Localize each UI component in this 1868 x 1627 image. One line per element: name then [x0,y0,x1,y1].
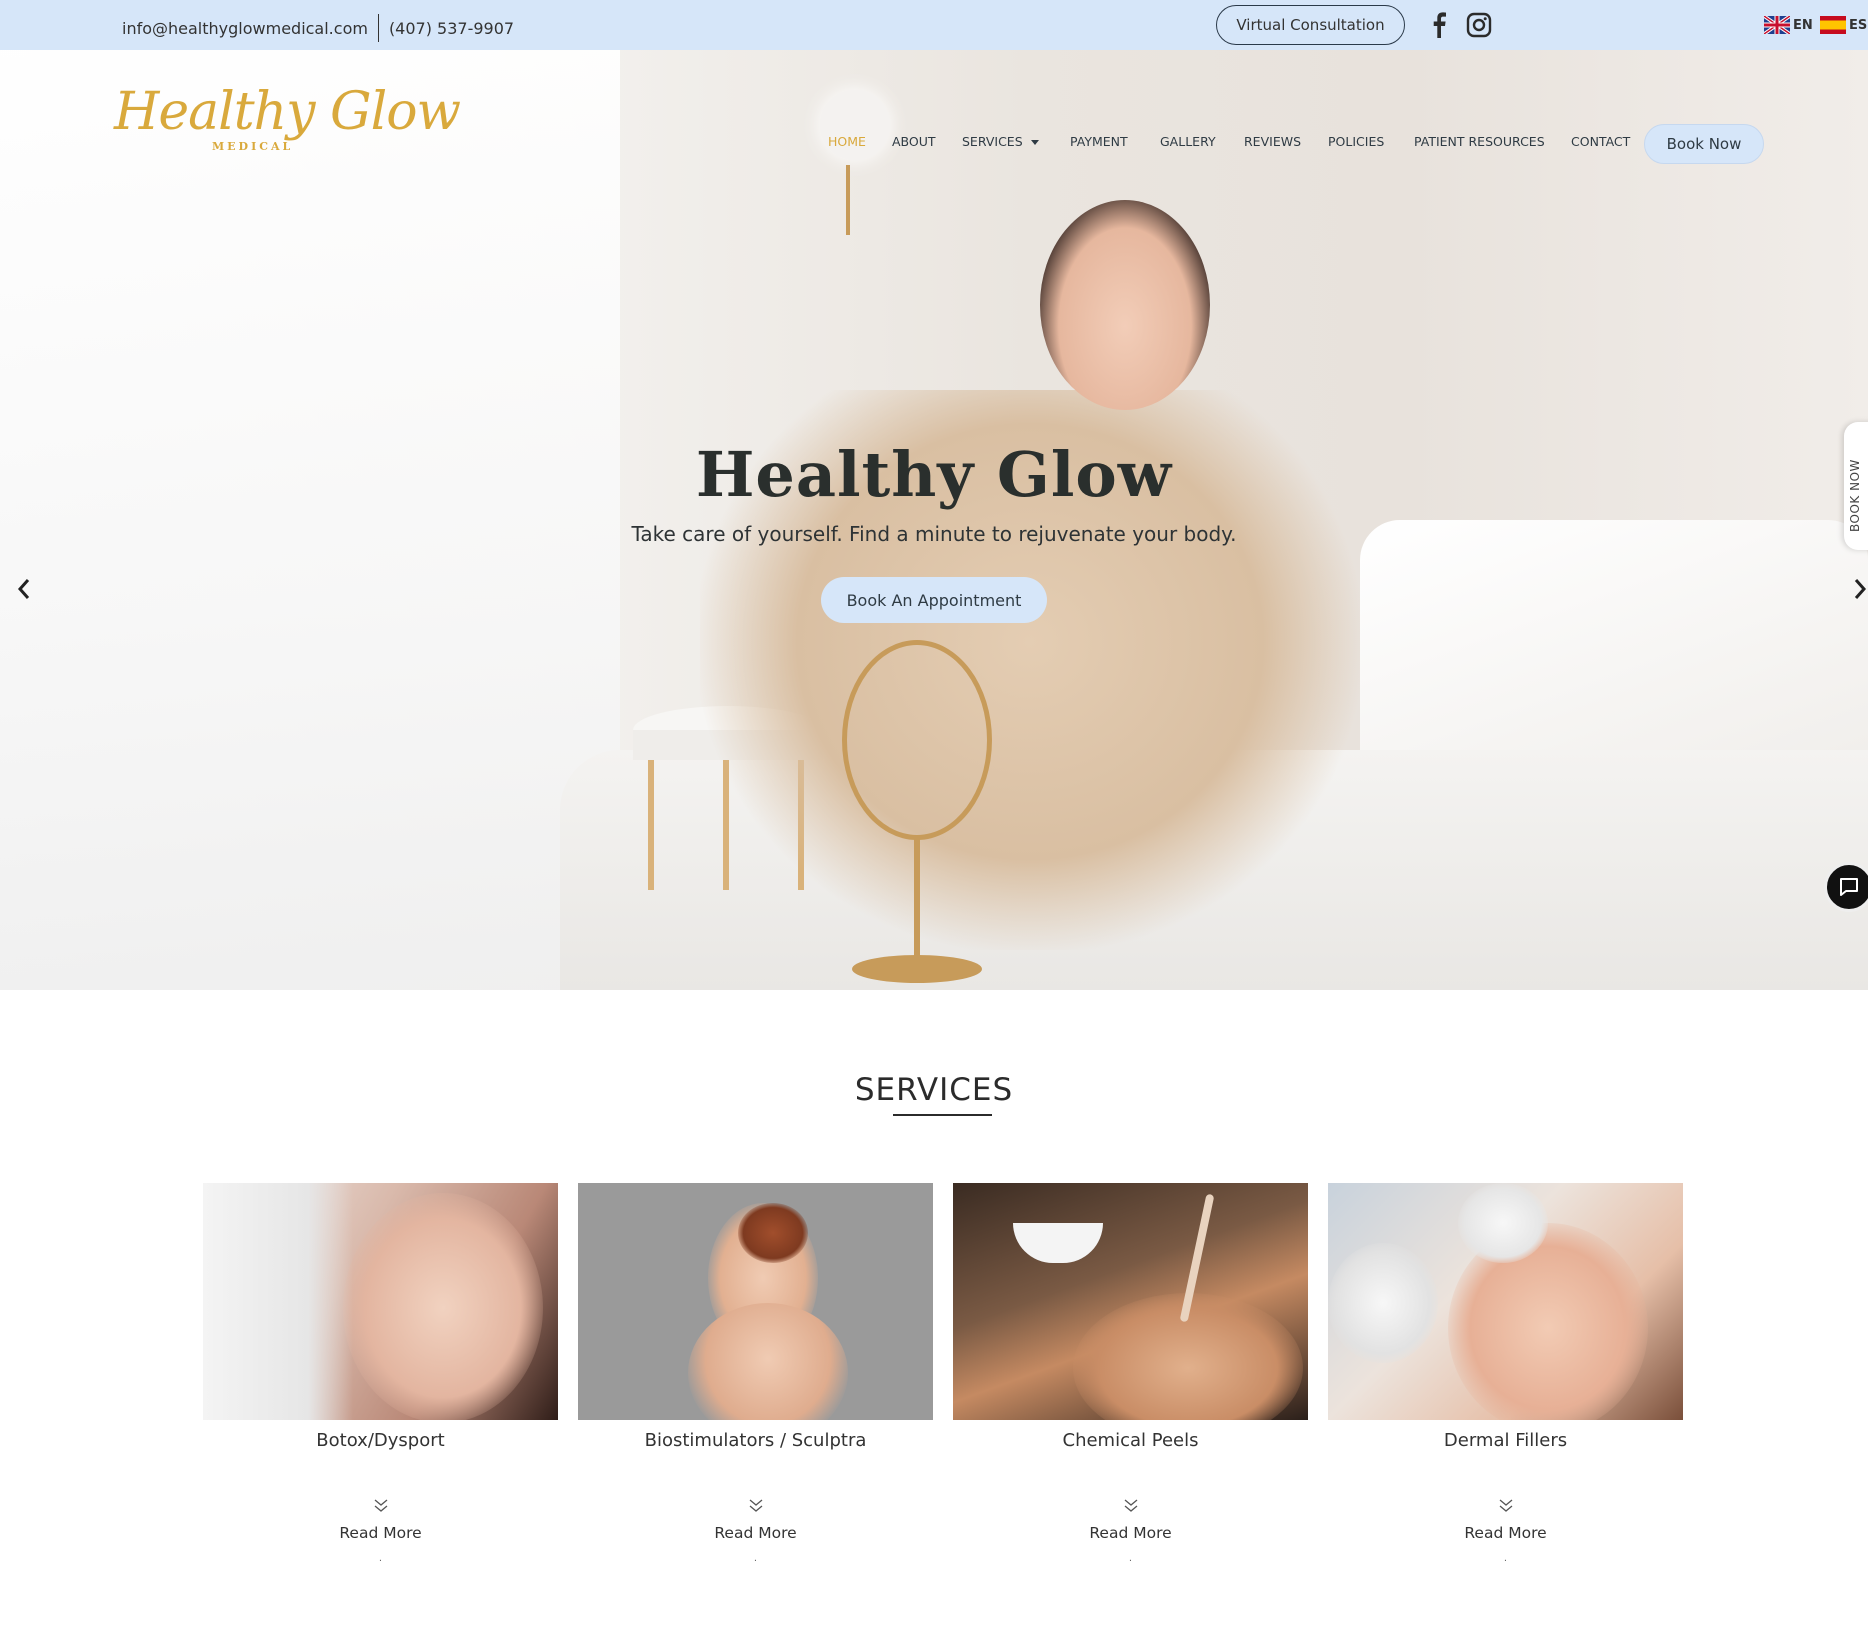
logo-script: Healthy Glow [114,82,461,142]
nav-policies[interactable]: POLICIES [1328,134,1384,149]
services-underline [893,1114,992,1116]
hero-title: Healthy Glow [695,438,1173,511]
hero-person-head [1040,200,1210,410]
double-chevron-down-icon[interactable] [953,1496,1308,1518]
instagram-icon[interactable] [1466,12,1492,42]
service-image-biostimulators [578,1183,933,1420]
services-heading: SERVICES [854,1072,1014,1108]
service-name: Botox/Dysport [316,1430,445,1451]
nav-payment[interactable]: PAYMENT [1070,134,1128,149]
hero-mirror [842,640,992,840]
chevron-right-icon[interactable] [1852,574,1868,609]
nav-patient-resources[interactable]: PATIENT RESOURCES [1414,134,1545,149]
card-dot: · [1128,1556,1133,1567]
nav-reviews[interactable]: REVIEWS [1244,134,1301,149]
uk-flag-icon [1764,16,1790,34]
service-card-chemical-peels[interactable]: Chemical Peels Read More · [953,1183,1308,1567]
book-appointment-button[interactable]: Book An Appointment [821,577,1047,623]
double-chevron-down-icon[interactable] [1328,1496,1683,1518]
nav-about[interactable]: ABOUT [892,134,936,149]
service-card-biostimulators[interactable]: Biostimulators / Sculptra Read More · [578,1183,933,1567]
read-more-link[interactable]: Read More [203,1524,558,1542]
email-link[interactable]: info@healthyglowmedical.com [122,19,368,38]
top-bar: info@healthyglowmedical.com (407) 537-99… [0,0,1868,50]
book-now-button[interactable]: Book Now [1644,124,1764,164]
service-image-botox [203,1183,558,1420]
nav-home[interactable]: HOME [828,134,866,149]
main-nav: HOME ABOUT SERVICES PAYMENT GALLERY REVI… [0,134,1868,154]
hero-mirror-stand [914,835,920,965]
service-image-chemical-peels [953,1183,1308,1420]
service-name: Dermal Fillers [1443,1430,1568,1451]
card-dot: · [753,1556,758,1567]
read-more-link[interactable]: Read More [1328,1524,1683,1542]
double-chevron-down-icon[interactable] [578,1496,933,1518]
hero-mirror-base [852,955,982,983]
read-more-link[interactable]: Read More [953,1524,1308,1542]
card-dot: · [378,1556,383,1567]
service-card-dermal-fillers[interactable]: Dermal Fillers Read More · [1328,1183,1683,1567]
spain-flag-icon [1820,16,1846,34]
side-book-now-tab[interactable]: BOOK NOW [1844,422,1868,550]
service-image-dermal-fillers [1328,1183,1683,1420]
service-name: Biostimulators / Sculptra [644,1430,867,1451]
chat-icon[interactable] [1824,862,1868,912]
language-es[interactable]: ES [1820,16,1867,34]
virtual-consultation-button[interactable]: Virtual Consultation [1216,5,1405,45]
side-tab-label: BOOK NOW [1848,459,1862,532]
double-chevron-down-icon[interactable] [203,1496,558,1518]
read-more-link[interactable]: Read More [578,1524,933,1542]
language-es-label: ES [1849,17,1868,33]
hero-banner [0,50,1868,990]
nav-services-label: SERVICES [962,134,1023,149]
language-en-label: EN [1793,17,1813,33]
hero-subtitle: Take care of yourself. Find a minute to … [631,522,1237,546]
divider [377,14,379,42]
phone-link[interactable]: (407) 537-9907 [389,19,514,38]
caret-down-icon [1030,140,1039,145]
nav-services[interactable]: SERVICES [962,134,1039,149]
hero-lamp-stick [846,165,850,235]
service-name: Chemical Peels [1062,1430,1199,1451]
facebook-icon[interactable] [1428,12,1450,42]
nav-contact[interactable]: CONTACT [1571,134,1630,149]
contact-info: info@healthyglowmedical.com (407) 537-99… [122,14,514,42]
service-card-botox[interactable]: Botox/Dysport Read More · [203,1183,558,1567]
hero-background-window [0,50,620,990]
card-dot: · [1503,1556,1508,1567]
nav-gallery[interactable]: GALLERY [1160,134,1216,149]
language-en[interactable]: EN [1764,16,1813,34]
chevron-left-icon[interactable] [16,574,32,609]
